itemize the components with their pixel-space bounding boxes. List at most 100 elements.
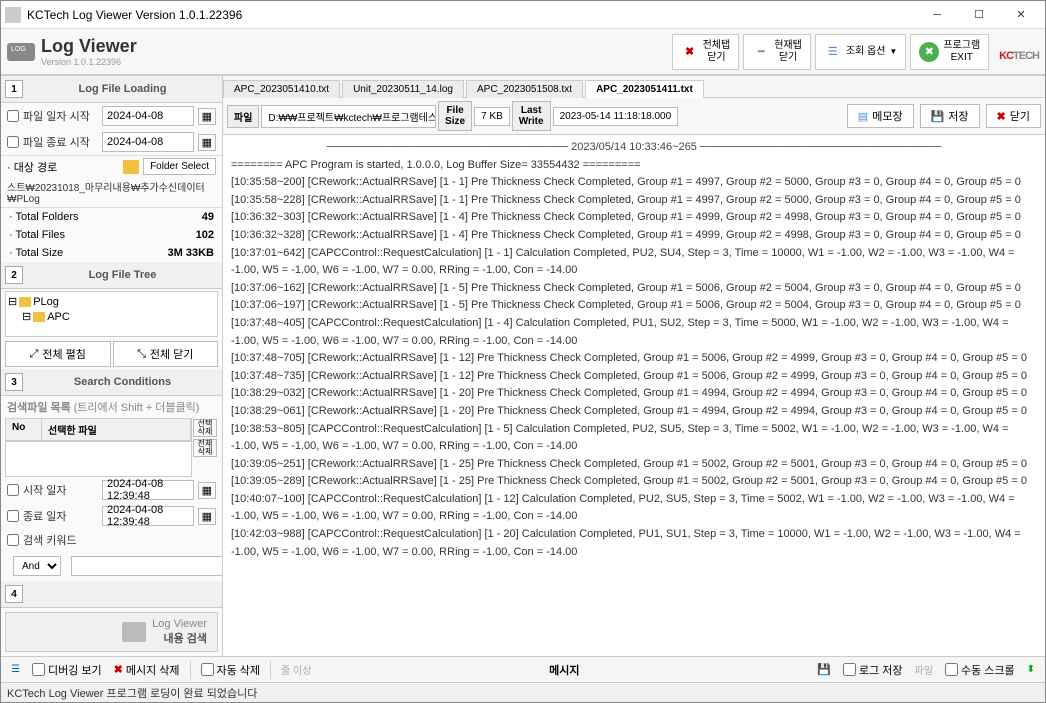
log-line: [10:35:58~228] [CRework::ActualRRSave] [… xyxy=(231,192,1037,210)
start-date-input[interactable]: 2024-04-08 xyxy=(102,106,194,126)
log-line: [10:38:29~032] [CRework::ActualRRSave] [… xyxy=(231,385,1037,403)
right-panel: APC_2023051410.txt Unit_20230511_14.log … xyxy=(223,76,1045,656)
section-3-header: 3 Search Conditions xyxy=(1,369,222,396)
minus-icon: ━ xyxy=(752,43,770,61)
log-line: [10:40:07~100] [CAPCControl::RequestCalc… xyxy=(231,491,1037,526)
close-file-button[interactable]: ✖닫기 xyxy=(986,104,1041,128)
folder-icon xyxy=(123,160,139,174)
view-option-button[interactable]: ☰ 조회 옵션 ▼ xyxy=(815,34,907,70)
log-icon xyxy=(7,43,35,61)
log-line: ======== APC Program is started, 1.0.0.0… xyxy=(231,157,1037,175)
target-path: 스트₩20231018_마무리내용₩추가수신데이터₩PLog xyxy=(1,177,222,208)
close-icon: ✖ xyxy=(114,663,123,676)
log-line: [10:37:01~642] [CAPCControl::RequestCalc… xyxy=(231,245,1037,280)
log-line: [10:37:48~735] [CRework::ActualRRSave] [… xyxy=(231,368,1037,386)
keyword-checkbox[interactable] xyxy=(7,534,19,546)
delete-all-button[interactable]: 전체 삭제 xyxy=(193,439,217,457)
tab-0[interactable]: APC_2023051410.txt xyxy=(223,80,340,98)
topbar: Log Viewer Version 1.0.1.22396 ✖ 전체탭 닫기 … xyxy=(1,29,1045,75)
calendar-icon[interactable]: ▦ xyxy=(198,108,216,125)
auto-delete-checkbox[interactable] xyxy=(201,663,214,676)
calendar-icon[interactable]: ▦ xyxy=(198,508,216,525)
debug-view-checkbox[interactable] xyxy=(32,663,45,676)
minimize-button[interactable]: ─ xyxy=(917,4,957,26)
save-button[interactable]: 💾저장 xyxy=(920,104,980,128)
window-title: KCTech Log Viewer Version 1.0.1.22396 xyxy=(27,8,917,22)
log-line: [10:38:29~061] [CRework::ActualRRSave] [… xyxy=(231,403,1037,421)
app-name: Log Viewer xyxy=(41,36,137,56)
search-start-input[interactable]: 2024-04-08 12:39:48 xyxy=(102,480,194,500)
log-line: [10:39:05~251] [CRework::ActualRRSave] [… xyxy=(231,456,1037,474)
file-size: 7 KB xyxy=(474,107,510,126)
keyword-input[interactable] xyxy=(71,556,223,576)
app-logo-box: Log Viewer Version 1.0.1.22396 xyxy=(7,36,137,67)
close-all-tabs-button[interactable]: ✖ 전체탭 닫기 xyxy=(672,34,740,70)
save-icon: 💾 xyxy=(817,663,831,676)
notepad-button[interactable]: ▤메모장 xyxy=(847,104,914,128)
start-date-checkbox[interactable] xyxy=(7,110,19,122)
window-titlebar: KCTech Log Viewer Version 1.0.1.22396 ─ … xyxy=(1,1,1045,29)
log-file-tree[interactable]: ⊟PLog ⊟APC xyxy=(5,291,218,337)
expand-icon: ⤢ xyxy=(30,348,39,361)
tab-2[interactable]: APC_2023051508.txt xyxy=(466,80,583,98)
tree-item-root[interactable]: ⊟PLog xyxy=(8,294,215,309)
delete-msg-button[interactable]: ✖ 메시지 삭제 xyxy=(108,660,186,680)
list-icon: ☰ xyxy=(824,43,842,61)
folder-icon xyxy=(19,297,31,307)
close-current-tab-button[interactable]: ━ 현재탭 닫기 xyxy=(743,34,811,70)
tab-1[interactable]: Unit_20230511_14.log xyxy=(342,80,464,98)
delete-selected-button[interactable]: 선택 삭제 xyxy=(193,419,217,437)
maximize-button[interactable]: ☐ xyxy=(959,4,999,26)
tab-3[interactable]: APC_2023051411.txt xyxy=(585,80,704,98)
search-start-checkbox[interactable] xyxy=(7,484,19,496)
exit-button[interactable]: ✖ 프로그램 EXIT xyxy=(910,34,989,70)
disk-icon xyxy=(122,622,146,642)
status-bar: KCTech Log Viewer 프로그램 로딩이 완료 되었습니다 xyxy=(1,682,1045,702)
collapse-icon: ⤡ xyxy=(137,348,146,361)
collapse-all-button[interactable]: ⤡전체 닫기 xyxy=(113,341,219,367)
expand-all-button[interactable]: ⤢전체 펼침 xyxy=(5,341,111,367)
save-icon: 💾 xyxy=(931,110,945,123)
last-write: 2023-05-14 11:18:18.000 xyxy=(553,107,679,126)
section-num-3: 3 xyxy=(5,373,23,391)
section-num-2: 2 xyxy=(5,266,23,284)
end-date-checkbox[interactable] xyxy=(7,136,19,148)
section-num-4: 4 xyxy=(5,585,23,603)
save-log-checkbox[interactable] xyxy=(843,663,856,676)
section-2-header: 2 Log File Tree xyxy=(1,262,222,289)
log-line: [10:37:48~405] [CAPCControl::RequestCalc… xyxy=(231,315,1037,350)
notepad-icon: ▤ xyxy=(858,110,868,123)
save-log-button[interactable]: 💾 xyxy=(811,661,837,678)
log-line: [10:38:53~805] [CAPCControl::RequestCalc… xyxy=(231,421,1037,456)
log-line: [10:36:32~303] [CRework::ActualRRSave] [… xyxy=(231,209,1037,227)
tree-item-child[interactable]: ⊟APC xyxy=(8,309,215,324)
folder-icon xyxy=(33,312,45,322)
chevron-down-icon: ▼ xyxy=(889,47,897,56)
section-1-header: 1 Log File Loading xyxy=(1,76,222,103)
end-date-input[interactable]: 2024-04-08 xyxy=(102,132,194,152)
keyword-logic-select[interactable]: And xyxy=(13,556,61,576)
kctech-logo: KCTECH xyxy=(999,39,1039,65)
left-panel: 1 Log File Loading 파일 일자 시작 2024-04-08 ▦… xyxy=(1,76,223,656)
content-search-button[interactable]: Log Viewer 내용 검색 xyxy=(5,612,218,652)
tab-bar: APC_2023051410.txt Unit_20230511_14.log … xyxy=(223,76,1045,98)
manual-scroll-checkbox[interactable] xyxy=(945,663,958,676)
search-end-input[interactable]: 2024-04-08 12:39:48 xyxy=(102,506,194,526)
debug-icon[interactable]: ☰ xyxy=(5,662,26,677)
app-icon xyxy=(5,7,21,23)
log-line: [10:35:58~200] [CRework::ActualRRSave] [… xyxy=(231,174,1037,192)
file-meta-bar: 파일 D:₩₩프로젝트₩kctech₩프로그램테스트₩20231018_마무리내… xyxy=(223,98,1045,135)
calendar-icon[interactable]: ▦ xyxy=(198,134,216,151)
app-version: Version 1.0.1.22396 xyxy=(41,57,137,67)
close-icon: ✖ xyxy=(997,110,1006,123)
log-line: ─────────────────────────────── 2023/05/… xyxy=(231,139,1037,157)
log-line: [10:37:06~197] [CRework::ActualRRSave] [… xyxy=(231,297,1037,315)
log-line: [10:36:32~328] [CRework::ActualRRSave] [… xyxy=(231,227,1037,245)
folder-select-button[interactable]: Folder Select xyxy=(143,158,216,175)
close-button[interactable]: ✕ xyxy=(1001,4,1041,26)
log-content[interactable]: ─────────────────────────────── 2023/05/… xyxy=(223,135,1045,656)
search-end-checkbox[interactable] xyxy=(7,510,19,522)
calendar-icon[interactable]: ▦ xyxy=(198,482,216,499)
log-line: [10:42:03~988] [CAPCControl::RequestCalc… xyxy=(231,526,1037,561)
scroll-icon[interactable]: ⬍ xyxy=(1021,662,1041,677)
